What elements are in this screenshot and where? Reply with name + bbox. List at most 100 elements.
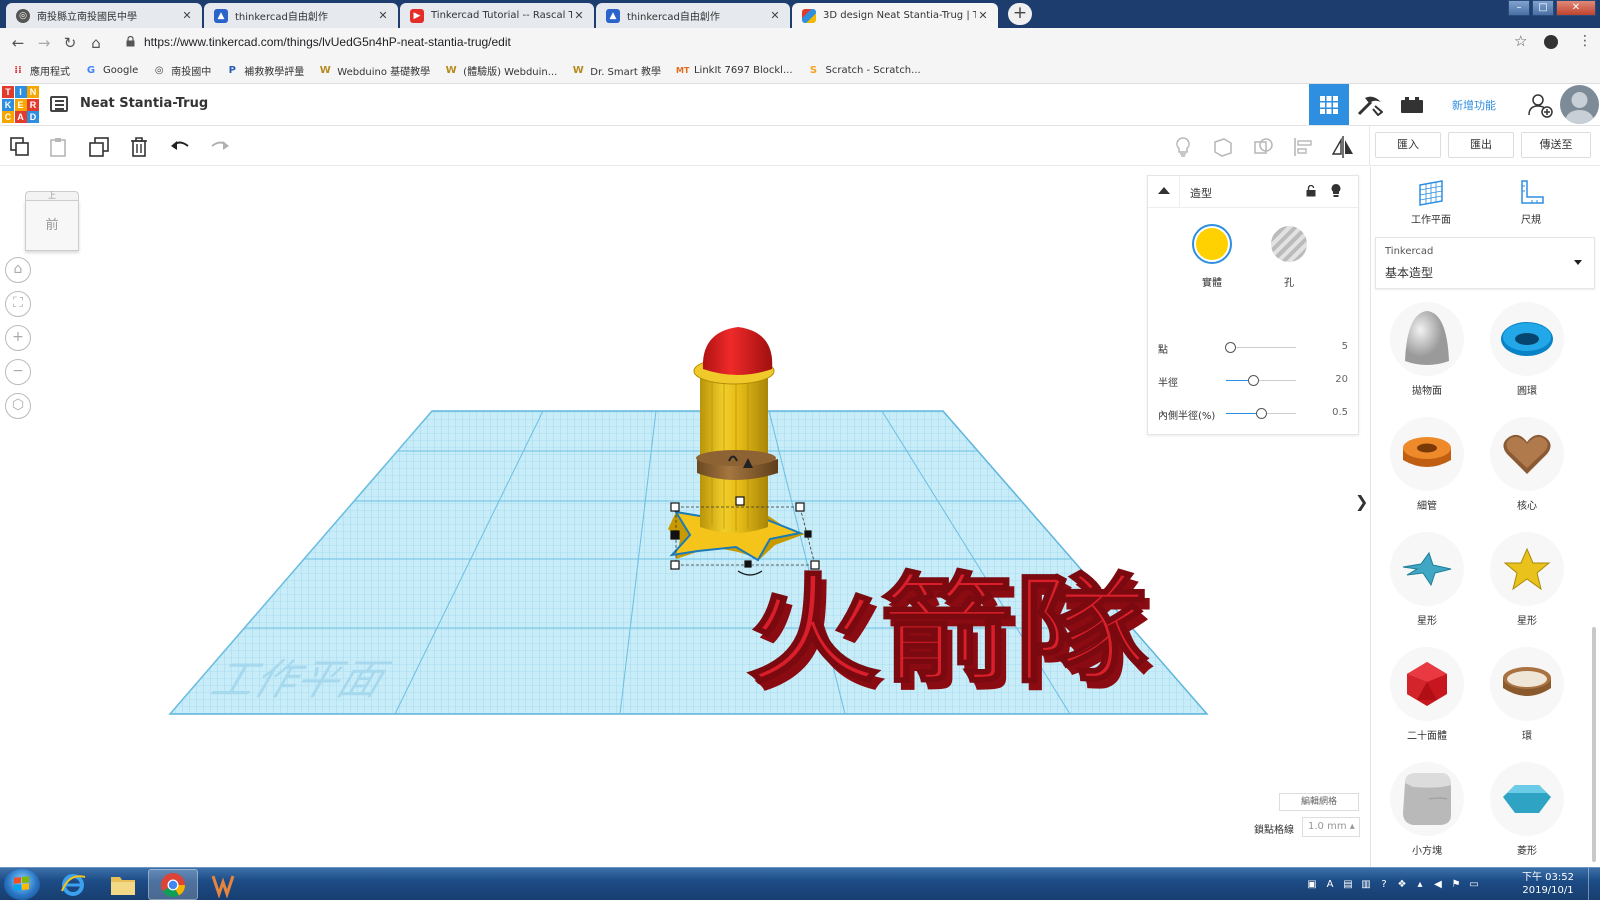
lightbulb-icon[interactable] xyxy=(1330,183,1342,199)
undo-button[interactable] xyxy=(168,135,192,159)
shape-star-blue[interactable]: 星形 xyxy=(1382,532,1472,642)
bricks-button[interactable] xyxy=(1392,84,1432,125)
back-arrow-icon[interactable]: ← xyxy=(8,33,28,53)
app-launcher[interactable] xyxy=(198,869,248,900)
system-clock[interactable]: 下午 03:52 2019/10/1 xyxy=(1522,871,1574,897)
new-features-link[interactable]: 新增功能 xyxy=(1452,97,1496,113)
ruler-tool[interactable]: 尺規 xyxy=(1491,177,1571,226)
inner-radius-slider[interactable] xyxy=(1226,408,1296,419)
show-desktop-button[interactable] xyxy=(1588,868,1600,901)
3d-workspace[interactable]: 工作平面 火箭隊 火箭隊 上 前 ⌂ ⛶ + − ⬡ 造型 實體 孔 點 5 半… xyxy=(0,167,1370,867)
tinkercad-logo[interactable]: T I N K E R C A D xyxy=(2,86,39,123)
points-slider[interactable] xyxy=(1224,342,1296,353)
shape-ring[interactable]: 環 xyxy=(1482,647,1572,757)
tray-app-icon[interactable]: ▣ xyxy=(1305,878,1319,892)
flag-icon[interactable]: ⚑ xyxy=(1449,878,1463,892)
zoom-out-icon[interactable]: − xyxy=(5,359,31,385)
close-tab-icon[interactable]: ✕ xyxy=(768,9,782,22)
fit-view-icon[interactable]: ⛶ xyxy=(5,291,31,317)
collapse-panel-chevron-icon[interactable]: ❯ xyxy=(1355,492,1370,511)
paste-button[interactable] xyxy=(47,135,71,159)
shape-heart[interactable]: 核心 xyxy=(1482,417,1572,527)
network-icon[interactable]: ▭ xyxy=(1467,878,1481,892)
shape-torus[interactable]: 圓環 xyxy=(1482,302,1572,412)
tray-window-icon[interactable]: ▥ xyxy=(1359,878,1373,892)
bookmark-item[interactable]: W (體驗版) Webduin... xyxy=(445,63,558,79)
collapse-caret-icon[interactable] xyxy=(1158,187,1170,194)
shape-rounded-box[interactable]: 小方塊 xyxy=(1382,762,1472,872)
maximize-button[interactable]: □ xyxy=(1532,0,1554,16)
shape-star-yellow[interactable]: 星形 xyxy=(1482,532,1572,642)
close-tab-icon[interactable]: ✕ xyxy=(180,9,194,22)
address-bar[interactable]: https://www.tinkercad.com/things/lvUedG5… xyxy=(118,32,1518,54)
copy-button[interactable] xyxy=(8,135,32,159)
lock-icon[interactable] xyxy=(1306,185,1316,197)
browser-menu-icon[interactable]: ⋮ xyxy=(1578,33,1592,49)
file-explorer-app[interactable] xyxy=(98,869,148,900)
bookmark-item[interactable]: W Dr. Smart 教學 xyxy=(572,63,661,79)
bookmark-item[interactable]: ◎ 南投國中 xyxy=(153,63,211,79)
slider-handle[interactable] xyxy=(1256,408,1267,419)
shape-tube[interactable]: 細管 xyxy=(1382,417,1472,527)
bookmark-item[interactable]: ⁞⁞ 應用程式 xyxy=(12,63,70,79)
shape-diamond[interactable]: 菱形 xyxy=(1482,762,1572,872)
view-cube[interactable]: 上 前 xyxy=(25,191,79,251)
slider-handle[interactable] xyxy=(1247,375,1259,386)
delete-button[interactable] xyxy=(127,135,151,159)
browser-tab[interactable]: ◎ 南投縣立南投國民中學 ✕ xyxy=(6,3,202,28)
close-tab-icon[interactable]: ✕ xyxy=(572,9,586,22)
internet-explorer-app[interactable] xyxy=(48,869,98,900)
duplicate-button[interactable] xyxy=(87,135,111,159)
reload-icon[interactable]: ↻ xyxy=(60,33,80,53)
group-button[interactable] xyxy=(1211,135,1235,159)
snap-grid-select[interactable]: 1.0 mm ▴ xyxy=(1302,817,1360,837)
design-list-icon[interactable] xyxy=(50,96,68,112)
design-title[interactable]: Neat Stantia-Trug xyxy=(80,96,208,111)
perspective-icon[interactable]: ⬡ xyxy=(5,393,31,419)
extension-icon[interactable] xyxy=(1544,35,1558,49)
align-button[interactable] xyxy=(1291,135,1315,159)
forward-arrow-icon[interactable]: → xyxy=(34,33,54,53)
export-button[interactable]: 匯出 xyxy=(1448,132,1514,158)
bookmark-item[interactable]: S Scratch - Scratch... xyxy=(808,65,921,77)
bookmark-item[interactable]: P 補救教學評量 xyxy=(226,63,305,79)
import-button[interactable]: 匯入 xyxy=(1375,132,1441,158)
browser-tab[interactable]: ▶ Tinkercad Tutorial -- Rascal The ✕ xyxy=(400,3,594,28)
browser-tab[interactable]: ▲ thinkercad自由創作 ✕ xyxy=(204,3,398,28)
home-view-icon[interactable]: ⌂ xyxy=(5,257,31,283)
browser-tab-active[interactable]: 3D design Neat Stantia-Trug | T ✕ xyxy=(792,3,998,28)
add-user-button[interactable] xyxy=(1520,84,1560,125)
shape-icosahedron[interactable]: 二十面體 xyxy=(1382,647,1472,757)
3d-view-button[interactable] xyxy=(1309,84,1349,125)
start-button[interactable] xyxy=(4,869,40,900)
solid-color-swatch[interactable] xyxy=(1192,224,1232,264)
zoom-in-icon[interactable]: + xyxy=(5,325,31,351)
3d-text-model[interactable]: 火箭隊 火箭隊 xyxy=(745,560,1154,707)
ungroup-button[interactable] xyxy=(1251,135,1275,159)
notes-button[interactable] xyxy=(1171,135,1195,159)
workplane-tool[interactable]: 工作平面 xyxy=(1391,177,1471,226)
show-hidden-icons-icon[interactable]: ▴ xyxy=(1413,878,1427,892)
close-tab-icon[interactable]: ✕ xyxy=(976,9,990,22)
minimize-button[interactable]: – xyxy=(1508,0,1530,16)
slider-handle[interactable] xyxy=(1224,342,1236,353)
shape-library-select[interactable]: Tinkercad 基本造型 xyxy=(1375,237,1595,289)
bookmark-star-icon[interactable]: ☆ xyxy=(1514,32,1527,50)
keyboard-icon[interactable]: ▤ xyxy=(1341,878,1355,892)
redo-button[interactable] xyxy=(208,135,232,159)
avatar[interactable] xyxy=(1560,85,1599,124)
hole-swatch[interactable] xyxy=(1271,226,1307,262)
close-tab-icon[interactable]: ✕ xyxy=(376,9,390,22)
view-cube-front[interactable]: 前 xyxy=(25,200,79,251)
blocks-button[interactable] xyxy=(1350,84,1390,125)
shape-paraboloid[interactable]: 拋物面 xyxy=(1382,302,1472,412)
home-icon[interactable]: ⌂ xyxy=(86,33,106,53)
mirror-button[interactable] xyxy=(1331,135,1355,159)
input-method-icon[interactable]: A xyxy=(1323,878,1337,892)
browser-tab[interactable]: ▲ thinkercad自由創作 ✕ xyxy=(596,3,790,28)
volume-icon[interactable]: ◀ xyxy=(1431,878,1445,892)
bookmark-item[interactable]: MT LinkIt 7697 Blockl... xyxy=(676,65,793,77)
bookmark-item[interactable]: G Google xyxy=(85,65,138,77)
bookmark-item[interactable]: W Webduino 基礎教學 xyxy=(319,63,430,79)
edit-grid-button[interactable]: 編輯網格 xyxy=(1279,793,1359,811)
